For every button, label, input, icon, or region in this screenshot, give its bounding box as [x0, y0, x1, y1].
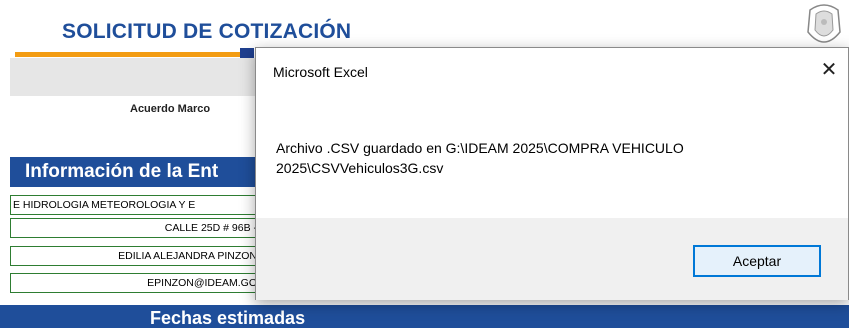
title-underline-orange: [15, 52, 240, 57]
coat-of-arms-icon: [807, 4, 841, 43]
form-title: SOLICITUD DE COTIZACIÓN: [62, 20, 352, 43]
dialog-title: Microsoft Excel: [273, 64, 368, 80]
dialog-footer: Aceptar: [256, 218, 848, 300]
close-icon[interactable]: ✕: [814, 56, 844, 84]
accept-button[interactable]: Aceptar: [693, 245, 821, 277]
form-subtitle: Acuerdo Marco: [130, 103, 211, 115]
entity-contact-cell[interactable]: EDILIA ALEJANDRA PINZON: [10, 246, 260, 266]
entity-info-header: Información de la Ent: [10, 157, 260, 187]
dialog-message: Archivo .CSV guardado en G:\IDEAM 2025\C…: [276, 140, 684, 176]
excel-message-dialog: Microsoft Excel ✕ Archivo .CSV guardado …: [255, 47, 849, 300]
dates-header-label: Fechas estimadas: [150, 308, 306, 328]
entity-address-cell[interactable]: CALLE 25D # 96B -: [10, 218, 260, 238]
dates-header: Fechas estimadas: [0, 305, 849, 328]
header-gray-band: [10, 58, 260, 96]
entity-email-cell[interactable]: EPINZON@IDEAM.GO: [10, 273, 260, 293]
entity-name-cell[interactable]: E HIDROLOGIA METEOROLOGIA Y E: [10, 195, 260, 215]
